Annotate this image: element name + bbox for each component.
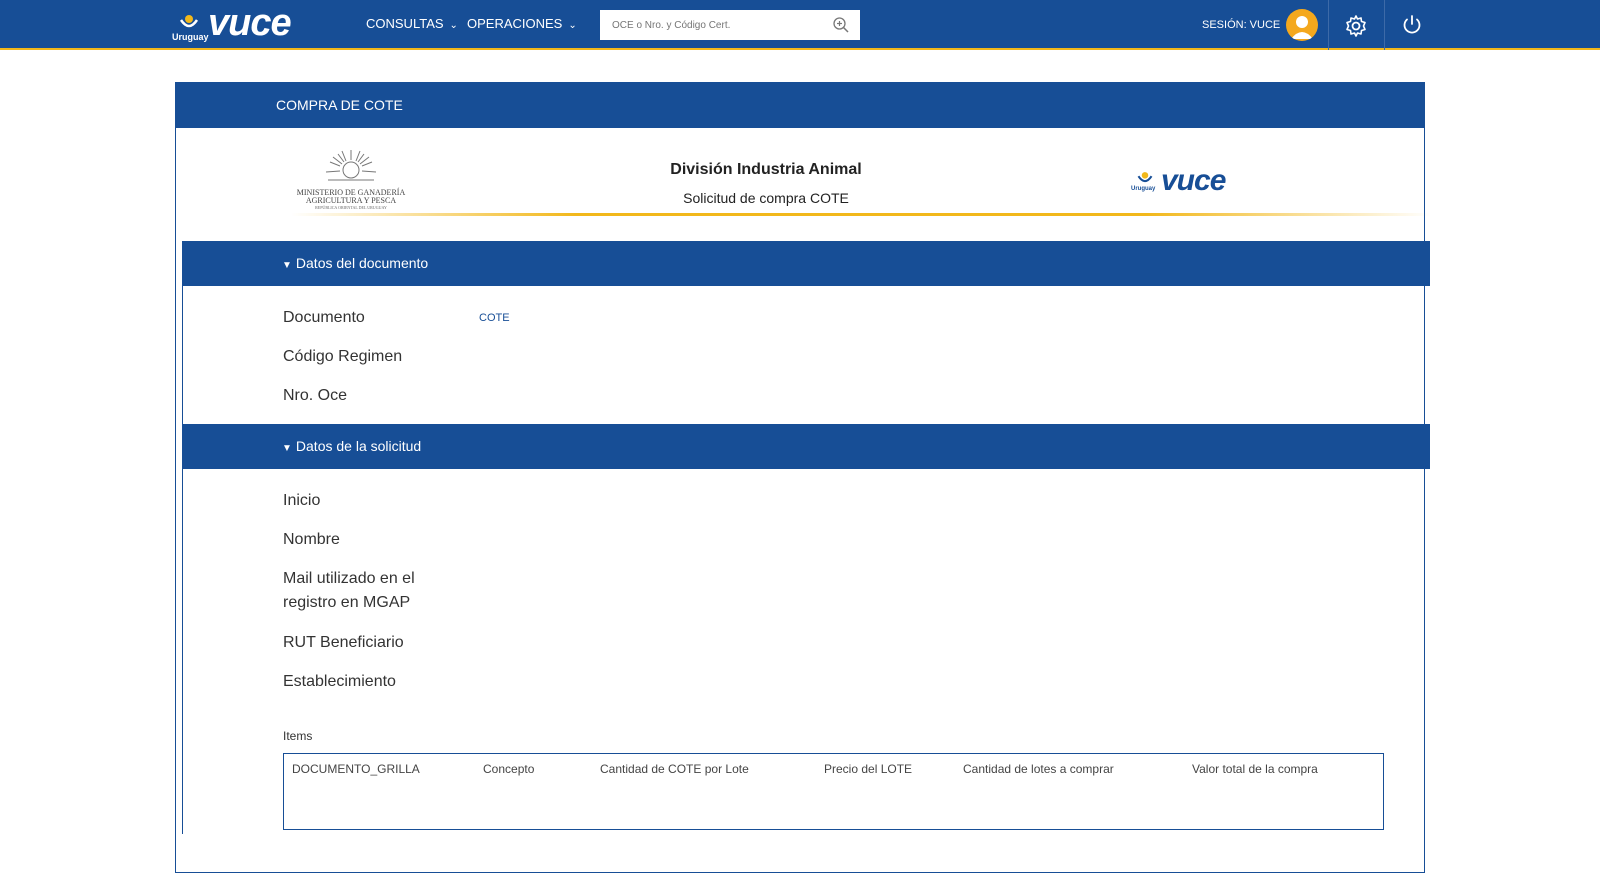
section-datos-documento-body: Documento COTE Código Regimen Nro. Oce	[182, 286, 1424, 424]
search-box	[600, 10, 860, 40]
chevron-down-icon: ⌄	[449, 20, 458, 31]
vuce-small-brand: vuce	[1161, 164, 1226, 197]
field-label-codigo-regimen: Código Regimen	[283, 348, 403, 365]
session-label: SESIÓN: VUCE	[1202, 19, 1281, 31]
uruguay-sun-icon	[1137, 172, 1153, 183]
mgap-logo: MINISTERIO DE GANADERÍA AGRICULTURA Y PE…	[291, 148, 411, 210]
nav-consultas[interactable]: CONSULTAS ⌄	[366, 16, 458, 31]
document-header: MINISTERIO DE GANADERÍA AGRICULTURA Y PE…	[176, 128, 1431, 241]
grid-header-cantidad-cote: Cantidad de COTE por Lote	[600, 762, 749, 776]
gold-divider	[291, 213, 1431, 216]
gear-icon[interactable]	[1344, 14, 1368, 38]
grid-header-concepto: Concepto	[483, 762, 535, 776]
mgap-sun-icon	[325, 150, 377, 181]
field-label-documento: Documento	[283, 309, 365, 326]
vuce-logo-small: Uruguay vuce	[1131, 164, 1251, 202]
uruguay-sun-icon	[179, 15, 199, 28]
nav-operaciones-label: OPERACIONES	[467, 16, 563, 31]
field-label-establecimiento: Establecimiento	[283, 673, 396, 690]
section-title: Datos de la solicitud	[295, 438, 422, 454]
nav-consultas-label: CONSULTAS	[366, 16, 444, 31]
field-label-inicio: Inicio	[283, 492, 321, 509]
document-subtitle: Solicitud de compra COTE	[683, 190, 849, 206]
section-title: Datos del documento	[295, 255, 429, 271]
search-icon[interactable]	[832, 16, 850, 34]
grid-header-documento-grilla: DOCUMENTO_GRILLA	[292, 762, 420, 776]
vuce-logo[interactable]: Uruguay vuce	[172, 2, 312, 44]
nav-operaciones[interactable]: OPERACIONES ⌄	[467, 16, 577, 31]
divider	[1328, 0, 1329, 50]
field-label-nro-oce: Nro. Oce	[283, 387, 348, 404]
main-panel: COMPRA DE COTE MINISTERIO DE GANADERÍA A…	[175, 82, 1431, 873]
grid-header-valor-total: Valor total de la compra	[1192, 762, 1318, 776]
logo-brand: vuce	[208, 2, 292, 44]
items-label: Items	[283, 729, 313, 743]
user-avatar[interactable]	[1286, 9, 1318, 41]
section-datos-solicitud[interactable]: ▼ Datos de la solicitud	[182, 424, 1430, 469]
field-label-mail-mgap: Mail utilizado en el registro en MGAP	[283, 570, 415, 611]
divider	[1384, 0, 1385, 50]
field-label-nombre: Nombre	[283, 531, 340, 548]
triangle-down-icon: ▼	[282, 260, 292, 271]
document-title: División Industria Animal	[670, 161, 862, 178]
section-datos-documento[interactable]: ▼ Datos del documento	[182, 241, 1430, 286]
field-value-documento: COTE	[479, 312, 510, 324]
page-title: COMPRA DE COTE	[176, 83, 1424, 128]
ministry-line3: REPÚBLICA ORIENTAL DEL URUGUAY	[315, 205, 387, 210]
top-navbar: Uruguay vuce CONSULTAS ⌄ OPERACIONES ⌄ SES…	[0, 0, 1600, 50]
grid-header-precio-lote: Precio del LOTE	[824, 762, 913, 776]
logo-country: Uruguay	[172, 32, 209, 42]
chevron-down-icon: ⌄	[568, 20, 577, 31]
power-icon[interactable]	[1400, 13, 1424, 37]
ministry-line2: AGRICULTURA Y PESCA	[305, 196, 397, 205]
user-icon	[1291, 16, 1313, 39]
grid-header-cantidad-lotes: Cantidad de lotes a comprar	[963, 762, 1114, 776]
field-label-rut-beneficiario: RUT Beneficiario	[283, 634, 404, 651]
triangle-down-icon: ▼	[282, 443, 292, 454]
section-datos-solicitud-body: Inicio Nombre Mail utilizado en el regis…	[182, 469, 1424, 834]
search-input[interactable]	[600, 10, 820, 40]
items-grid: DOCUMENTO_GRILLA Concepto Cantidad de CO…	[283, 753, 1384, 830]
vuce-small-country: Uruguay	[1131, 186, 1156, 192]
